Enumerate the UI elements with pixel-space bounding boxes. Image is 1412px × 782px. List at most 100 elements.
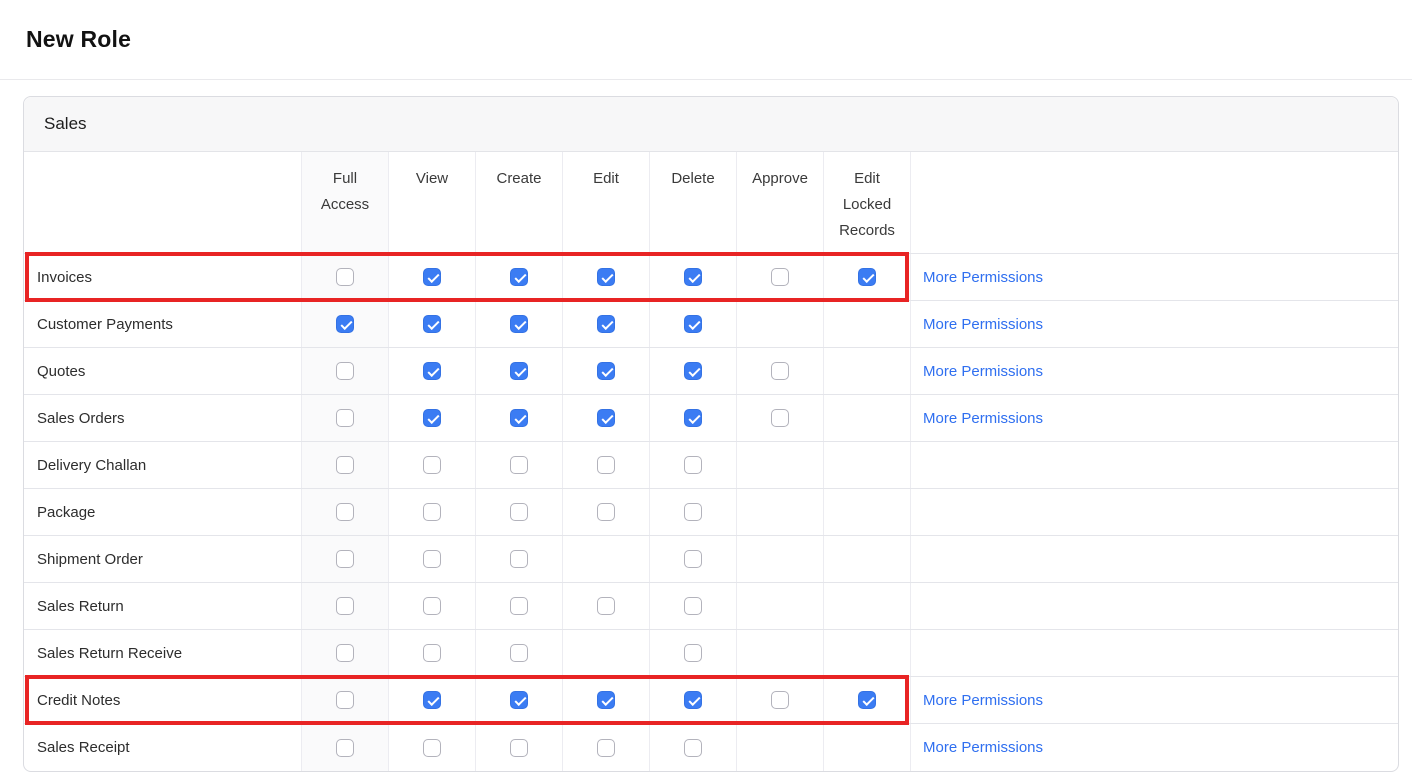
checkbox-checked[interactable]	[510, 315, 528, 333]
permission-cell-view	[389, 583, 476, 629]
permission-cell-delete	[650, 583, 737, 629]
permission-cell-full-access	[302, 442, 389, 488]
checkbox-checked[interactable]	[684, 362, 702, 380]
column-header-view: View	[389, 152, 476, 253]
row-label: Customer Payments	[24, 301, 302, 347]
more-permissions-cell	[911, 536, 1398, 582]
checkbox-unchecked[interactable]	[510, 503, 528, 521]
permission-cell-delete	[650, 254, 737, 300]
permission-cell-create	[476, 442, 563, 488]
checkbox-unchecked[interactable]	[771, 268, 789, 286]
checkbox-unchecked[interactable]	[423, 739, 441, 757]
checkbox-unchecked[interactable]	[510, 644, 528, 662]
more-permissions-link[interactable]: More Permissions	[923, 269, 1043, 286]
checkbox-unchecked[interactable]	[684, 597, 702, 615]
checkbox-checked[interactable]	[858, 268, 876, 286]
checkbox-unchecked[interactable]	[684, 503, 702, 521]
checkbox-unchecked[interactable]	[423, 550, 441, 568]
checkbox-checked[interactable]	[423, 362, 441, 380]
more-permissions-cell: More Permissions	[911, 395, 1398, 441]
checkbox-unchecked[interactable]	[336, 597, 354, 615]
table-row: Credit Notes More Permissions	[24, 677, 1398, 724]
checkbox-unchecked[interactable]	[510, 739, 528, 757]
permission-cell-full-access	[302, 583, 389, 629]
column-header-full-access: Full Access	[302, 152, 389, 253]
checkbox-checked[interactable]	[684, 691, 702, 709]
checkbox-unchecked[interactable]	[684, 456, 702, 474]
checkbox-unchecked[interactable]	[336, 362, 354, 380]
checkbox-checked[interactable]	[510, 362, 528, 380]
permission-cell-create	[476, 254, 563, 300]
permission-cell-edit	[563, 536, 650, 582]
more-permissions-link[interactable]: More Permissions	[923, 739, 1043, 756]
checkbox-unchecked[interactable]	[336, 268, 354, 286]
permission-cell-view	[389, 489, 476, 535]
checkbox-unchecked[interactable]	[597, 456, 615, 474]
checkbox-unchecked[interactable]	[336, 456, 354, 474]
table-row: Quotes More Permissions	[24, 348, 1398, 395]
checkbox-checked[interactable]	[510, 691, 528, 709]
checkbox-checked[interactable]	[684, 315, 702, 333]
permission-cell-delete	[650, 348, 737, 394]
checkbox-unchecked[interactable]	[684, 739, 702, 757]
checkbox-unchecked[interactable]	[336, 550, 354, 568]
permission-cell-delete	[650, 442, 737, 488]
checkbox-checked[interactable]	[336, 315, 354, 333]
permission-cell-edit-locked-records	[824, 724, 911, 771]
checkbox-unchecked[interactable]	[336, 739, 354, 757]
checkbox-checked[interactable]	[423, 691, 441, 709]
permission-cell-view	[389, 442, 476, 488]
checkbox-checked[interactable]	[597, 268, 615, 286]
more-permissions-cell: More Permissions	[911, 724, 1398, 771]
permission-cell-delete	[650, 536, 737, 582]
checkbox-checked[interactable]	[423, 268, 441, 286]
checkbox-checked[interactable]	[597, 315, 615, 333]
checkbox-unchecked[interactable]	[597, 503, 615, 521]
checkbox-checked[interactable]	[858, 691, 876, 709]
checkbox-unchecked[interactable]	[336, 644, 354, 662]
more-permissions-link[interactable]: More Permissions	[923, 692, 1043, 709]
checkbox-unchecked[interactable]	[597, 597, 615, 615]
checkbox-checked[interactable]	[423, 315, 441, 333]
checkbox-unchecked[interactable]	[597, 739, 615, 757]
checkbox-unchecked[interactable]	[684, 644, 702, 662]
more-permissions-link[interactable]: More Permissions	[923, 363, 1043, 380]
checkbox-unchecked[interactable]	[771, 362, 789, 380]
checkbox-checked[interactable]	[423, 409, 441, 427]
more-permissions-cell	[911, 583, 1398, 629]
checkbox-unchecked[interactable]	[684, 550, 702, 568]
checkbox-unchecked[interactable]	[336, 691, 354, 709]
table-row: Sales Orders More Permissions	[24, 395, 1398, 442]
checkbox-unchecked[interactable]	[336, 409, 354, 427]
checkbox-unchecked[interactable]	[771, 691, 789, 709]
more-permissions-cell	[911, 442, 1398, 488]
more-permissions-link[interactable]: More Permissions	[923, 410, 1043, 427]
checkbox-unchecked[interactable]	[510, 456, 528, 474]
checkbox-unchecked[interactable]	[510, 550, 528, 568]
checkbox-unchecked[interactable]	[771, 409, 789, 427]
checkbox-unchecked[interactable]	[423, 503, 441, 521]
permission-cell-view	[389, 724, 476, 771]
checkbox-unchecked[interactable]	[336, 503, 354, 521]
checkbox-checked[interactable]	[684, 268, 702, 286]
checkbox-checked[interactable]	[510, 409, 528, 427]
permission-cell-edit-locked-records	[824, 536, 911, 582]
checkbox-unchecked[interactable]	[423, 644, 441, 662]
permission-cell-delete	[650, 489, 737, 535]
permission-cell-edit-locked-records	[824, 395, 911, 441]
checkbox-checked[interactable]	[510, 268, 528, 286]
checkbox-unchecked[interactable]	[423, 597, 441, 615]
permission-cell-edit	[563, 677, 650, 723]
page-header: New Role	[0, 0, 1412, 80]
more-permissions-link[interactable]: More Permissions	[923, 316, 1043, 333]
column-header-create: Create	[476, 152, 563, 253]
checkbox-checked[interactable]	[597, 409, 615, 427]
checkbox-unchecked[interactable]	[510, 597, 528, 615]
checkbox-checked[interactable]	[597, 691, 615, 709]
sales-permissions-panel: Sales Full Access View Create Edit Delet…	[23, 96, 1399, 772]
table-row: Sales Return Receive	[24, 630, 1398, 677]
checkbox-checked[interactable]	[684, 409, 702, 427]
checkbox-checked[interactable]	[597, 362, 615, 380]
checkbox-unchecked[interactable]	[423, 456, 441, 474]
permission-cell-create	[476, 724, 563, 771]
